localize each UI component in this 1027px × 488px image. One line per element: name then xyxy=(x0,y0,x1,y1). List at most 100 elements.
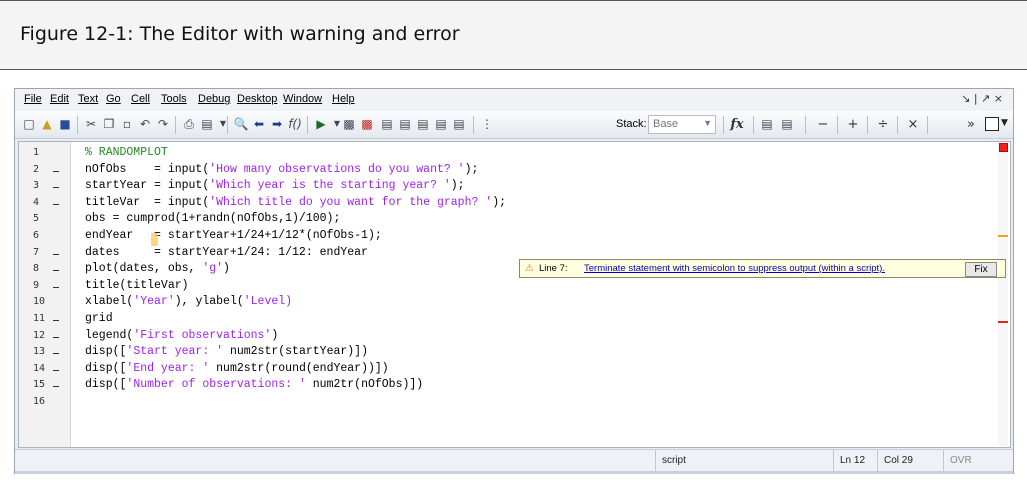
code-line[interactable]: title(titleVar) xyxy=(85,279,189,292)
figure-caption: Figure 12-1: The Editor with warning and… xyxy=(20,23,460,45)
code-line[interactable]: titleVar = input('Which title do you wan… xyxy=(85,196,506,209)
toolbar-separator xyxy=(175,116,176,134)
executable-line-marker[interactable] xyxy=(53,203,59,205)
step-in-icon[interactable]: ▤ xyxy=(397,116,413,132)
step-icon[interactable]: ▤ xyxy=(379,116,395,132)
cell-divide-button[interactable]: ÷ xyxy=(875,116,891,134)
code-line[interactable]: disp(['Start year: ' num2str(startYear)]… xyxy=(85,345,368,358)
fix-button[interactable]: Fix xyxy=(965,262,997,277)
menu-debug[interactable]: Debug xyxy=(198,93,230,105)
code-line[interactable]: endYear = startYear+1/24+1/12*(nOfObs-1)… xyxy=(85,229,382,242)
menu-cell[interactable]: Cell xyxy=(131,93,150,105)
step-out-icon[interactable]: ▤ xyxy=(415,116,431,132)
print-icon[interactable]: ⎙ xyxy=(181,116,197,132)
cell-multiply-button[interactable]: × xyxy=(905,116,921,134)
executable-line-marker[interactable] xyxy=(53,386,59,388)
code-text: title(titleVar) xyxy=(85,278,189,292)
menu-text[interactable]: Text xyxy=(78,93,98,105)
open-document-icon[interactable]: ▤ xyxy=(199,116,215,132)
line-number: 4 xyxy=(33,196,40,208)
code-editor[interactable]: 1 2 3 4 5 6 7 8 9 10 11 12 13 14 15 16 % RANDOMPLOT nOfO… xyxy=(18,141,1011,448)
code-text: obs = cumprod(1+randn(nOfObs,1)/100); xyxy=(85,212,341,226)
code-line[interactable]: legend('First observations') xyxy=(85,329,278,342)
cut-icon[interactable]: ✂ xyxy=(83,116,99,132)
error-marker[interactable] xyxy=(998,321,1008,323)
line-number: 11 xyxy=(33,313,46,324)
line-number: 12 xyxy=(33,329,46,341)
dropdown-arrow-icon[interactable]: ▼ xyxy=(215,116,231,132)
line-number: 3 xyxy=(33,180,40,192)
cell-eval-icon[interactable]: ▤ xyxy=(779,116,795,132)
code-line[interactable]: dates = startYear+1/24: 1/12: endYear xyxy=(85,246,368,259)
executable-line-marker[interactable] xyxy=(53,270,59,272)
code-line[interactable]: grid xyxy=(85,312,113,325)
cell-insert-icon[interactable]: ▤ xyxy=(759,116,775,132)
copy-icon[interactable]: ❐ xyxy=(101,116,117,132)
line-number: 14 xyxy=(33,362,46,374)
executable-line-marker[interactable] xyxy=(53,353,59,355)
code-line[interactable]: disp(['Number of observations: ' num2tr(… xyxy=(85,378,423,391)
save-icon[interactable]: ■ xyxy=(57,116,73,132)
fx-icon[interactable]: fx xyxy=(729,116,745,134)
redo-icon[interactable]: ↷ xyxy=(155,116,171,132)
executable-line-marker[interactable] xyxy=(53,336,59,338)
exit-debug-icon[interactable]: ▤ xyxy=(451,116,467,132)
cell-increment-button[interactable]: + xyxy=(845,116,861,134)
dock-icon[interactable] xyxy=(985,117,999,131)
status-mode: script xyxy=(655,450,833,471)
toolbar-overflow-chevron[interactable]: » xyxy=(963,116,979,134)
executable-line-marker[interactable] xyxy=(53,253,59,255)
code-line[interactable]: xlabel('Year'), ylabel('Level) xyxy=(85,295,292,308)
executable-line-marker[interactable] xyxy=(53,286,59,288)
executable-line-marker[interactable] xyxy=(53,320,59,321)
code-string: 'Start year: ' xyxy=(126,345,224,359)
run-icon[interactable]: ▶ xyxy=(313,116,329,132)
code-line[interactable]: startYear = input('Which year is the sta… xyxy=(85,179,465,192)
back-arrow-icon[interactable]: ⬅ xyxy=(251,116,267,132)
code-text: ); xyxy=(492,195,506,209)
window-controls[interactable]: ↘ | ↗ × xyxy=(961,92,1003,105)
executable-line-marker[interactable] xyxy=(53,187,59,189)
code-string: 'Which title do you want for the graph? … xyxy=(209,195,493,209)
menu-edit[interactable]: Edit xyxy=(50,93,69,105)
stack-label: Stack: xyxy=(616,118,647,130)
line-number: 10 xyxy=(33,296,46,308)
paste-icon[interactable]: ▫ xyxy=(119,116,135,132)
forward-arrow-icon[interactable]: ➡ xyxy=(269,116,285,132)
menu-tools[interactable]: Tools xyxy=(161,93,187,105)
code-text: ); xyxy=(450,179,465,193)
warning-message-link[interactable]: Terminate statement with semicolon to su… xyxy=(584,263,885,274)
new-file-icon[interactable]: □ xyxy=(21,116,37,132)
code-string: 'Year' xyxy=(133,295,175,309)
code-line[interactable]: % RANDOMPLOT xyxy=(85,146,168,159)
set-breakpoint-icon[interactable]: ▩ xyxy=(341,116,357,132)
executable-line-marker[interactable] xyxy=(53,170,59,172)
code-text: num2str(startYear)]) xyxy=(223,345,368,359)
cell-decrement-button[interactable]: − xyxy=(815,116,831,134)
stack-select[interactable]: Base ▼ xyxy=(648,115,716,134)
code-line[interactable]: nOfObs = input('How many observations do… xyxy=(85,163,478,176)
menu-go[interactable]: Go xyxy=(106,93,121,105)
executable-line-marker[interactable] xyxy=(53,369,59,371)
code-text: num2str(round(endYear))]) xyxy=(209,361,389,375)
warning-marker[interactable] xyxy=(998,235,1008,237)
find-icon[interactable]: 🔍 xyxy=(233,116,249,132)
code-line[interactable]: plot(dates, obs, 'g') xyxy=(85,262,230,275)
menu-file[interactable]: File xyxy=(24,93,42,105)
code-text: nOfObs = input( xyxy=(85,162,210,176)
line-number: 1 xyxy=(33,147,40,158)
menu-help[interactable]: Help xyxy=(332,93,355,105)
function-icon[interactable]: f() xyxy=(287,116,303,132)
error-indicator-icon[interactable] xyxy=(999,143,1008,152)
code-line[interactable]: disp(['End year: ' num2str(round(endYear… xyxy=(85,362,389,375)
menu-desktop[interactable]: Desktop xyxy=(237,93,277,105)
code-line[interactable]: obs = cumprod(1+randn(nOfObs,1)/100); xyxy=(85,212,340,225)
clear-breakpoints-icon[interactable]: ▩ xyxy=(359,116,375,132)
chevron-down-icon[interactable]: ▼ xyxy=(1001,118,1008,128)
warning-triangle-icon: ⚠ xyxy=(525,263,534,274)
continue-icon[interactable]: ▤ xyxy=(433,116,449,132)
menu-window[interactable]: Window xyxy=(283,93,322,105)
open-folder-icon[interactable]: ▲ xyxy=(39,116,55,132)
editor-window: File Edit Text Go Cell Tools Debug Deskt… xyxy=(14,88,1014,474)
undo-icon[interactable]: ↶ xyxy=(137,116,153,132)
